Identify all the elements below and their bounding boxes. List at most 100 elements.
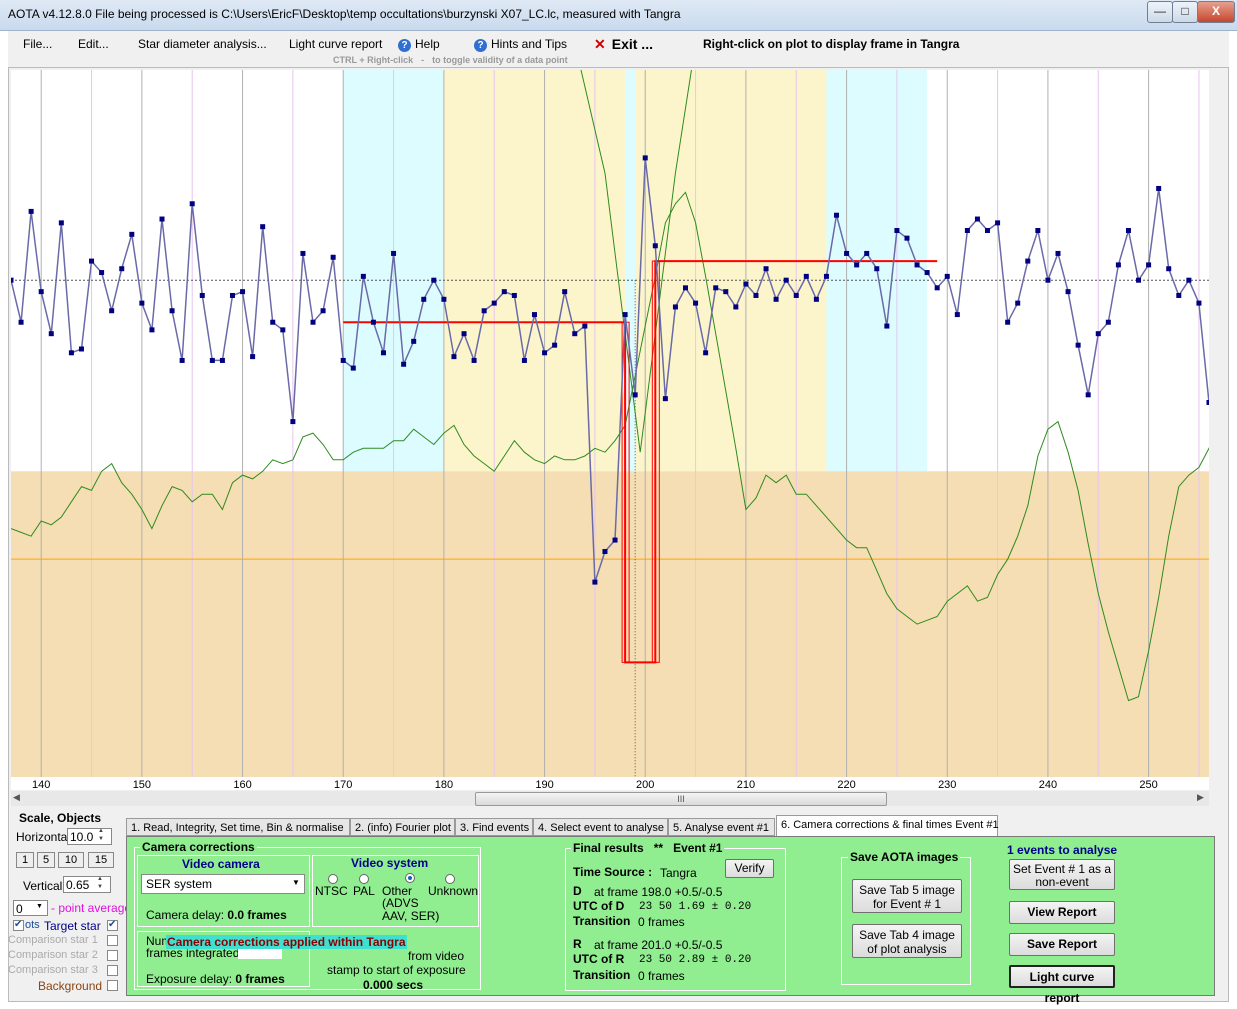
comparison-3-checkbox[interactable]: [107, 965, 118, 976]
data-point: [270, 319, 276, 325]
time-source-label: Time Source :: [573, 865, 653, 879]
data-point: [884, 323, 890, 329]
menu-edit[interactable]: Edit...: [78, 37, 109, 51]
data-point: [622, 312, 628, 318]
plot-scrollbar[interactable]: ◀ III ▶: [11, 791, 1209, 806]
data-point: [1196, 300, 1202, 306]
other-radio[interactable]: [405, 873, 415, 883]
light-curve-report-button[interactable]: Light curve report: [1009, 965, 1115, 1005]
save-tab5-image-button[interactable]: Save Tab 5 image for Event # 1: [852, 879, 962, 913]
data-point: [68, 350, 74, 356]
data-point: [441, 296, 447, 302]
camera-delay-label: Camera delay:: [146, 908, 225, 922]
data-point: [1015, 300, 1021, 306]
spin-down-icon[interactable]: ▼: [97, 884, 103, 890]
minimize-button[interactable]: —: [1147, 1, 1173, 23]
ntsc-radio[interactable]: [328, 874, 338, 884]
menu-light-curve-report[interactable]: Light curve report: [289, 37, 382, 51]
scroll-thumb[interactable]: III: [475, 792, 887, 806]
r-transition-value: 0 frames: [638, 969, 685, 983]
data-point: [753, 292, 759, 298]
final-results-stars: **: [653, 841, 664, 855]
pal-radio[interactable]: [359, 874, 369, 884]
light-curve-plot[interactable]: 140 150 160 170 180 190 200 210 220 230 240 250: [11, 70, 1209, 790]
data-point: [58, 220, 64, 226]
data-point: [330, 254, 336, 260]
plot-background: [11, 70, 1209, 790]
comparison-2-checkbox[interactable]: [107, 950, 118, 961]
data-point: [662, 396, 668, 402]
scroll-left-icon[interactable]: ◀: [13, 792, 20, 803]
background-checkbox[interactable]: [107, 980, 118, 991]
horizontal-scale-input[interactable]: 10.0 ▲ ▼: [67, 828, 112, 845]
menu-file[interactable]: File...: [23, 37, 52, 51]
tab-camera-corrections[interactable]: 6. Camera corrections & final times Even…: [776, 815, 999, 837]
utc-r-label: UTC of R: [573, 952, 625, 966]
data-point: [693, 300, 699, 306]
data-point: [461, 331, 467, 337]
set-non-event-button[interactable]: Set Event # 1 as a non-event: [1009, 859, 1115, 890]
data-point: [803, 273, 809, 279]
close-window-button[interactable]: X: [1197, 1, 1235, 23]
data-point: [1176, 292, 1182, 298]
scroll-right-icon[interactable]: ▶: [1197, 792, 1204, 803]
point-average-label: - point average: [51, 901, 132, 915]
comparison-1-checkbox[interactable]: [107, 935, 118, 946]
data-point: [773, 296, 779, 302]
save-tab4-image-button[interactable]: Save Tab 4 image of plot analysis: [852, 924, 962, 958]
data-point: [904, 235, 910, 241]
data-point: [521, 357, 527, 363]
scale-10-button[interactable]: 10: [58, 852, 84, 868]
object-comparison-1-label: Comparison star 1: [8, 934, 98, 946]
other-note: (ADVS AAV, SER): [382, 896, 440, 923]
data-point: [743, 281, 749, 287]
data-point: [1035, 228, 1041, 234]
scale-5-button[interactable]: 5: [37, 852, 55, 868]
data-point: [149, 327, 155, 333]
plots-checkbox[interactable]: ✔: [13, 919, 24, 931]
menu-help[interactable]: ? Help: [398, 37, 440, 52]
scale-15-button[interactable]: 15: [88, 852, 114, 868]
unknown-radio[interactable]: [445, 874, 455, 884]
tab-fourier[interactable]: 2. (info) Fourier plot: [350, 818, 455, 836]
menu-star-diameter[interactable]: Star diameter analysis...: [138, 37, 267, 51]
data-point: [914, 262, 920, 268]
tab-select-event[interactable]: 4. Select event to analyse: [533, 818, 668, 836]
tab-read-integrity[interactable]: 1. Read, Integrity, Set time, Bin & norm…: [126, 818, 350, 836]
object-comparison-3-label: Comparison star 3: [8, 964, 98, 976]
data-point: [602, 549, 608, 555]
x-tick-label: 230: [938, 779, 956, 790]
camera-corrections-title: Camera corrections: [140, 840, 257, 854]
view-report-button[interactable]: View Report: [1009, 901, 1115, 924]
data-point: [632, 392, 638, 398]
menu-exit[interactable]: ✕ Exit ...: [594, 36, 653, 53]
exposure-delay-value: 0 frames: [235, 972, 285, 986]
window-titlebar: AOTA v4.12.8.0 File being processed is C…: [0, 0, 1237, 31]
target-star-checkbox[interactable]: ✔: [107, 919, 118, 931]
r-transition-label: Transition: [573, 968, 631, 982]
spin-up-icon[interactable]: ▲: [98, 828, 104, 834]
dropdown-arrow-icon: ▼: [36, 903, 43, 910]
data-point: [411, 338, 417, 344]
data-point: [451, 354, 457, 360]
data-point: [1095, 331, 1101, 337]
scale-1-button[interactable]: 1: [16, 852, 34, 868]
data-point: [219, 357, 225, 363]
tab-find-events[interactable]: 3. Find events: [455, 818, 533, 836]
help-icon: ?: [474, 39, 487, 52]
pal-label: PAL: [353, 884, 375, 898]
spin-down-icon[interactable]: ▼: [98, 836, 104, 842]
camera-select[interactable]: SER system ▼: [141, 874, 305, 894]
verify-button[interactable]: Verify: [725, 859, 774, 878]
save-report-button[interactable]: Save Report: [1009, 933, 1115, 956]
tab-analyse-event[interactable]: 5. Analyse event #1: [668, 818, 775, 836]
data-point: [1085, 392, 1091, 398]
spin-up-icon[interactable]: ▲: [97, 876, 103, 882]
point-average-select[interactable]: 0 ▼: [13, 900, 48, 916]
unknown-label: Unknown: [428, 884, 479, 898]
maximize-button[interactable]: □: [1172, 1, 1198, 23]
d-label: D: [573, 884, 582, 898]
menu-hints[interactable]: ? Hints and Tips: [474, 37, 567, 52]
vertical-scale-input[interactable]: 0.65 ▲ ▼: [63, 876, 111, 893]
x-tick-label: 160: [233, 779, 251, 790]
